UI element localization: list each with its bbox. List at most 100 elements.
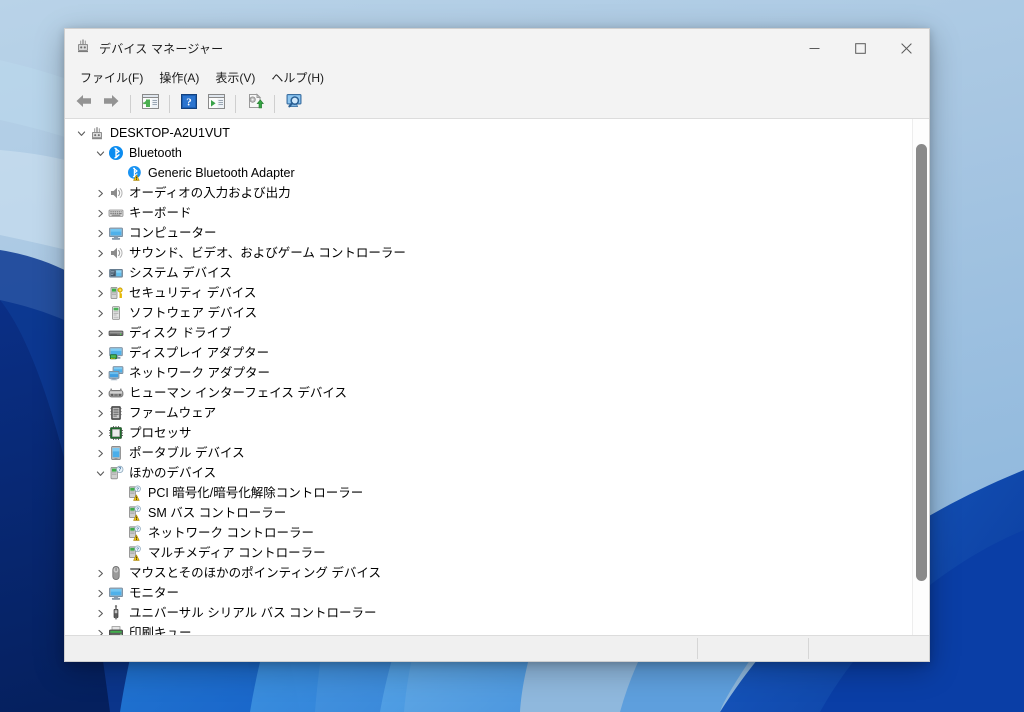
help-button[interactable]: ? bbox=[176, 92, 202, 116]
tree-item[interactable]: ヒューマン インターフェイス デバイス bbox=[65, 383, 912, 403]
chevron-down-icon[interactable] bbox=[73, 123, 89, 143]
tree-item-label: ネットワーク アダプター bbox=[129, 366, 270, 380]
unknown-device-warning-icon: ? bbox=[127, 485, 143, 501]
chevron-right-icon[interactable] bbox=[92, 303, 108, 323]
print-queue-icon bbox=[108, 625, 124, 635]
help-icon: ? bbox=[181, 93, 197, 114]
scan-hardware-changes-button[interactable] bbox=[281, 92, 307, 116]
tree-item[interactable]: ? ほかのデバイス bbox=[65, 463, 912, 483]
chevron-right-icon[interactable] bbox=[92, 363, 108, 383]
tree-item[interactable]: ポータブル デバイス bbox=[65, 443, 912, 463]
tree-item-label: オーディオの入力および出力 bbox=[129, 186, 291, 200]
vertical-scrollbar[interactable] bbox=[912, 119, 929, 635]
tree-item[interactable]: ディスプレイ アダプター bbox=[65, 343, 912, 363]
tree-item-label: Generic Bluetooth Adapter bbox=[148, 166, 295, 180]
tree-item[interactable]: ディスク ドライブ bbox=[65, 323, 912, 343]
chevron-right-icon[interactable] bbox=[92, 243, 108, 263]
chevron-right-icon[interactable] bbox=[92, 603, 108, 623]
tree-item[interactable]: ? PCI 暗号化/暗号化解除コントローラー bbox=[65, 483, 912, 503]
unknown-device-warning-icon: ? bbox=[127, 525, 143, 541]
tree-item-label: セキュリティ デバイス bbox=[129, 286, 257, 300]
chevron-right-icon[interactable] bbox=[92, 623, 108, 635]
tree-item[interactable]: ? SM バス コントローラー bbox=[65, 503, 912, 523]
computer-root-icon bbox=[89, 125, 105, 141]
tree-item[interactable]: DESKTOP-A2U1VUT bbox=[65, 123, 912, 143]
chevron-right-icon[interactable] bbox=[92, 403, 108, 423]
tree-item[interactable]: ユニバーサル シリアル バス コントローラー bbox=[65, 603, 912, 623]
chevron-right-icon[interactable] bbox=[92, 183, 108, 203]
chevron-right-icon[interactable] bbox=[92, 283, 108, 303]
menu-file[interactable]: ファイル(F) bbox=[73, 68, 150, 88]
chevron-right-icon[interactable] bbox=[92, 383, 108, 403]
forward-button[interactable] bbox=[98, 92, 124, 116]
audio-icon bbox=[108, 245, 124, 261]
svg-text:?: ? bbox=[136, 546, 139, 551]
tree-item[interactable]: プロセッサ bbox=[65, 423, 912, 443]
tree-item-label: サウンド、ビデオ、およびゲーム コントローラー bbox=[129, 246, 406, 260]
unknown-device-warning-icon: ? bbox=[127, 505, 143, 521]
tree-item[interactable]: キーボード bbox=[65, 203, 912, 223]
show-hide-console-tree-icon bbox=[141, 93, 159, 114]
update-driver-button[interactable] bbox=[242, 92, 268, 116]
chevron-right-icon[interactable] bbox=[92, 583, 108, 603]
show-hide-console-tree-button[interactable] bbox=[137, 92, 163, 116]
tree-item[interactable]: ? ネットワーク コントローラー bbox=[65, 523, 912, 543]
maximize-button[interactable] bbox=[837, 29, 883, 67]
tree-item-label: マルチメディア コントローラー bbox=[148, 546, 326, 560]
chevron-right-icon[interactable] bbox=[92, 203, 108, 223]
tree-item[interactable]: 印刷キュー bbox=[65, 623, 912, 635]
tree-item[interactable]: Generic Bluetooth Adapter bbox=[65, 163, 912, 183]
tree-item[interactable]: ? マルチメディア コントローラー bbox=[65, 543, 912, 563]
titlebar-left: デバイス マネージャー bbox=[65, 38, 223, 59]
chevron-down-icon[interactable] bbox=[92, 143, 108, 163]
mouse-icon bbox=[108, 565, 124, 581]
chevron-right-icon[interactable] bbox=[92, 323, 108, 343]
back-button[interactable] bbox=[71, 92, 97, 116]
toolbar-separator bbox=[169, 94, 170, 113]
menu-action[interactable]: 操作(A) bbox=[152, 68, 206, 88]
close-button[interactable] bbox=[883, 29, 929, 67]
menu-help[interactable]: ヘルプ(H) bbox=[264, 68, 331, 88]
scrollbar-thumb[interactable] bbox=[916, 144, 927, 581]
tree-item-label: マウスとそのほかのポインティング デバイス bbox=[129, 566, 381, 580]
chevron-down-icon[interactable] bbox=[92, 463, 108, 483]
menu-view[interactable]: 表示(V) bbox=[208, 68, 262, 88]
window-titlebar[interactable]: デバイス マネージャー bbox=[65, 29, 929, 67]
chevron-right-icon[interactable] bbox=[92, 223, 108, 243]
chevron-right-icon[interactable] bbox=[92, 263, 108, 283]
tree-item-label: モニター bbox=[129, 586, 180, 600]
minimize-button[interactable] bbox=[791, 29, 837, 67]
chevron-right-icon[interactable] bbox=[92, 563, 108, 583]
tree-item[interactable]: ネットワーク アダプター bbox=[65, 363, 912, 383]
chevron-right-icon[interactable] bbox=[92, 343, 108, 363]
tree-item[interactable]: ファームウェア bbox=[65, 403, 912, 423]
portable-device-icon bbox=[108, 445, 124, 461]
tree-item[interactable]: マウスとそのほかのポインティング デバイス bbox=[65, 563, 912, 583]
properties-button[interactable] bbox=[203, 92, 229, 116]
disk-drive-icon bbox=[108, 325, 124, 341]
tree-item[interactable]: Bluetooth bbox=[65, 143, 912, 163]
status-pane-1 bbox=[698, 636, 808, 661]
tree-item-label: プロセッサ bbox=[129, 426, 192, 440]
device-tree[interactable]: DESKTOP-A2U1VUT Bluetooth Generic Bluetoot… bbox=[65, 123, 912, 635]
chevron-right-icon[interactable] bbox=[92, 423, 108, 443]
tree-item-label: ヒューマン インターフェイス デバイス bbox=[129, 386, 347, 400]
tree-item[interactable]: モニター bbox=[65, 583, 912, 603]
toolbar: ? bbox=[65, 89, 929, 119]
tree-item[interactable]: ソフトウェア デバイス bbox=[65, 303, 912, 323]
bluetooth-warning-icon bbox=[127, 165, 143, 181]
tree-item-label: コンピューター bbox=[129, 226, 217, 240]
tree-item[interactable]: システム デバイス bbox=[65, 263, 912, 283]
tree-item[interactable]: サウンド、ビデオ、およびゲーム コントローラー bbox=[65, 243, 912, 263]
tree-item-label: ソフトウェア デバイス bbox=[129, 306, 258, 320]
tree-item-label: ほかのデバイス bbox=[129, 466, 217, 480]
other-devices-icon: ? bbox=[108, 465, 124, 481]
properties-icon bbox=[207, 93, 225, 114]
tree-item[interactable]: オーディオの入力および出力 bbox=[65, 183, 912, 203]
svg-text:?: ? bbox=[136, 486, 139, 491]
chevron-right-icon[interactable] bbox=[92, 443, 108, 463]
tree-item[interactable]: セキュリティ デバイス bbox=[65, 283, 912, 303]
tree-item[interactable]: コンピューター bbox=[65, 223, 912, 243]
menubar: ファイル(F) 操作(A) 表示(V) ヘルプ(H) bbox=[65, 67, 929, 89]
update-driver-icon bbox=[247, 93, 264, 114]
